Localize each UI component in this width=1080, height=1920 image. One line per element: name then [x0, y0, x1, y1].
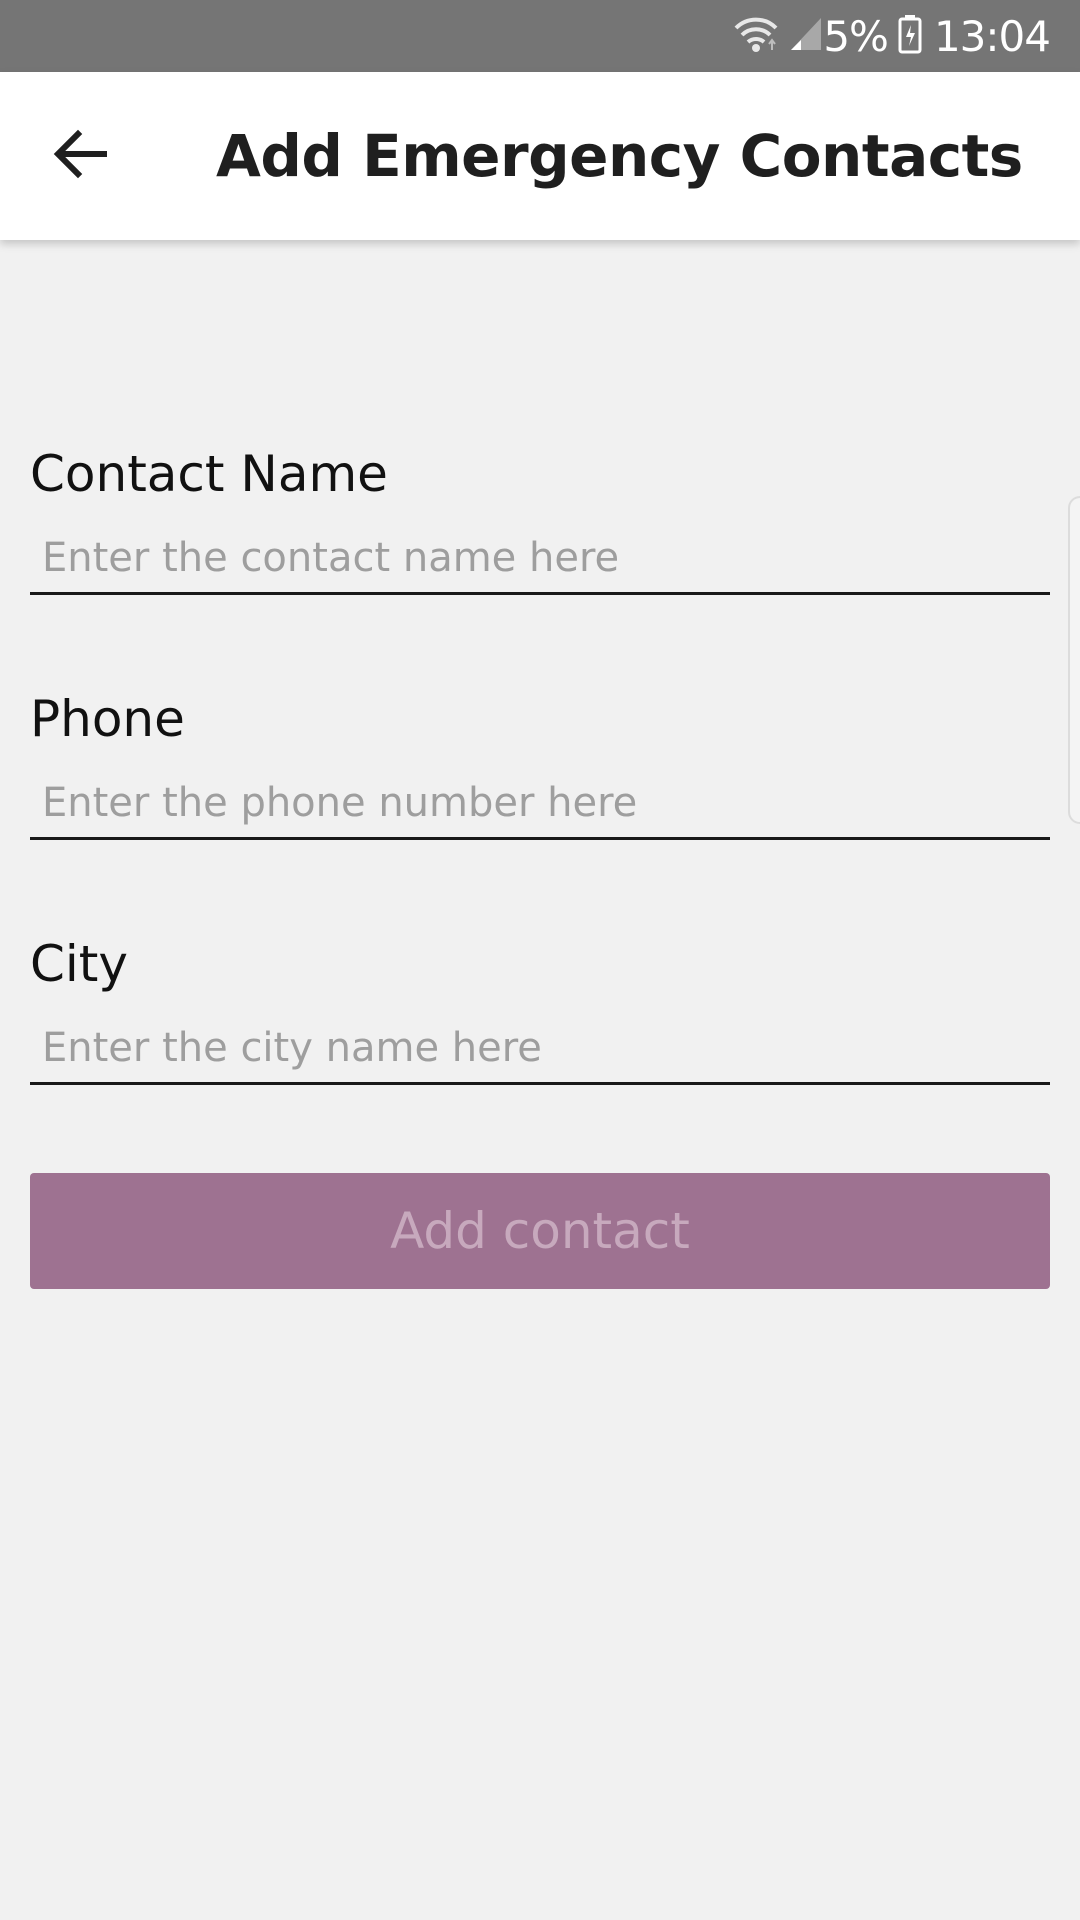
phone-label: Phone [30, 690, 185, 748]
contact-name-label: Contact Name [30, 445, 388, 503]
back-button[interactable] [30, 106, 130, 206]
battery-percent: 5% [823, 11, 889, 61]
status-bar: 5% 13:04 [0, 0, 1080, 72]
wifi-icon [733, 14, 779, 59]
contact-name-input[interactable] [30, 523, 1050, 595]
arrow-left-icon [52, 128, 108, 185]
battery-icon [898, 14, 922, 59]
page-title: Add Emergency Contacts [216, 122, 1023, 190]
edge-panel-handle[interactable] [1068, 496, 1080, 824]
clock: 13:04 [933, 11, 1051, 61]
add-contact-button[interactable]: Add contact [30, 1173, 1050, 1289]
signal-icon [789, 16, 823, 57]
app-bar: Add Emergency Contacts [0, 72, 1080, 240]
city-label: City [30, 935, 128, 993]
phone-input[interactable] [30, 768, 1050, 840]
city-input[interactable] [30, 1013, 1050, 1085]
